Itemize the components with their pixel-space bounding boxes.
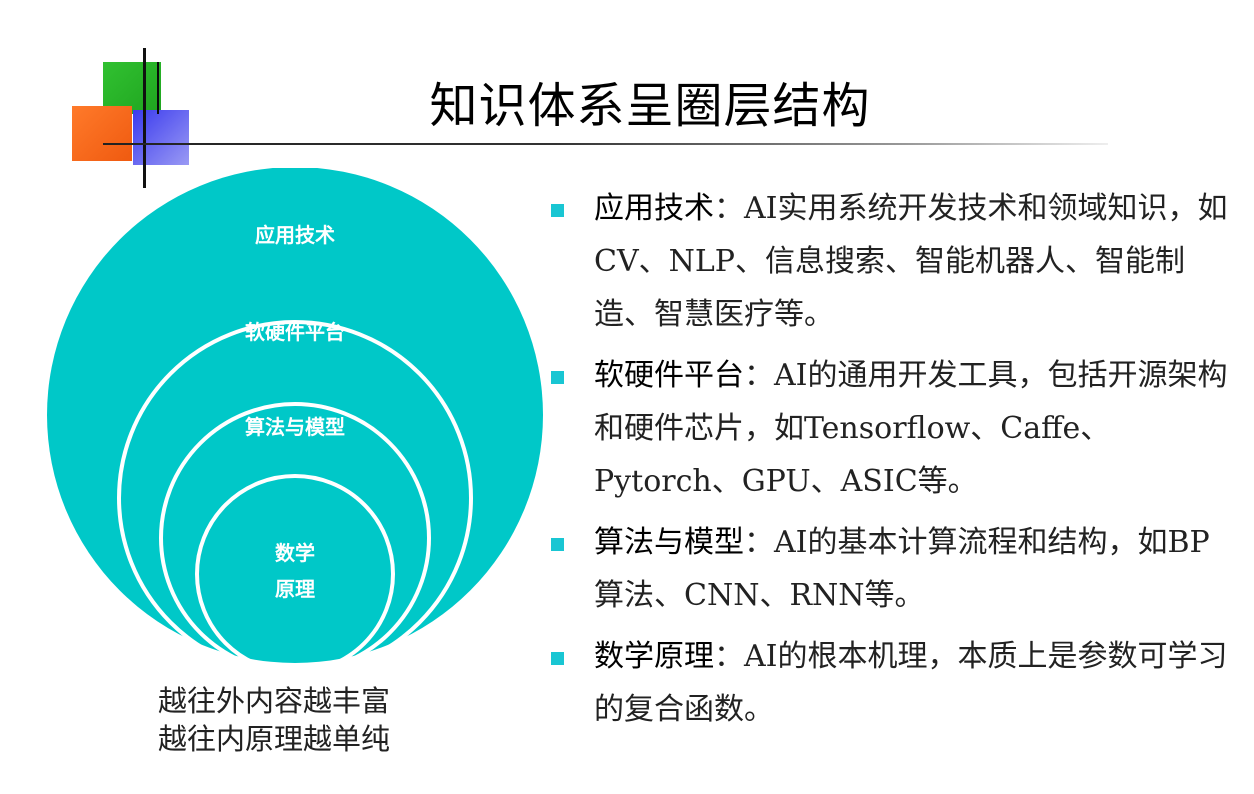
bullet-term: 应用技术 <box>594 191 714 226</box>
caption-line-outer: 越往外内容越丰富 <box>158 684 391 718</box>
layer-label-application: 应用技术 <box>255 223 335 247</box>
slide-title: 知识体系呈圈层结构 <box>429 78 871 134</box>
bullet-term: 软硬件平台 <box>594 358 744 393</box>
orange-square <box>72 106 132 161</box>
square-bullet-icon <box>551 204 564 217</box>
layer-label-platform: 软硬件平台 <box>245 320 345 344</box>
layer-label-math-line1: 数学 <box>275 541 315 565</box>
layer-label-algorithm: 算法与模型 <box>245 415 345 439</box>
square-bullet-icon <box>551 371 564 384</box>
concentric-layer-diagram: 应用技术 软硬件平台 算法与模型 数学 原理 <box>40 168 550 678</box>
bullet-list: 应用技术：AI实用系统开发技术和领域知识，如CV、NLP、信息搜索、智能机器人、… <box>548 182 1238 744</box>
bullet-term: 数学原理 <box>594 639 714 674</box>
bullet-algorithm: 算法与模型：AI的基本计算流程和结构，如BP算法、CNN、RNN等。 <box>548 516 1238 622</box>
square-bullet-icon <box>551 652 564 665</box>
bullet-application: 应用技术：AI实用系统开发技术和领域知识，如CV、NLP、信息搜索、智能机器人、… <box>548 182 1238 341</box>
blue-square <box>133 110 189 165</box>
diagram-caption: 越往外内容越丰富 越往内原理越单纯 <box>158 682 448 758</box>
bullet-platform: 软硬件平台：AI的通用开发工具，包括开源架构和硬件芯片，如Tensorflow、… <box>548 349 1238 508</box>
layer-label-math-line2: 原理 <box>275 577 315 601</box>
logo-vertical-line <box>143 48 146 188</box>
caption-line-inner: 越往内原理越单纯 <box>158 722 391 756</box>
bullet-term: 算法与模型 <box>594 525 744 560</box>
logo-vertical-line-2 <box>157 62 159 114</box>
square-bullet-icon <box>551 538 564 551</box>
title-underline <box>103 143 1108 145</box>
bullet-math: 数学原理：AI的根本机理，本质上是参数可学习的复合函数。 <box>548 630 1238 736</box>
